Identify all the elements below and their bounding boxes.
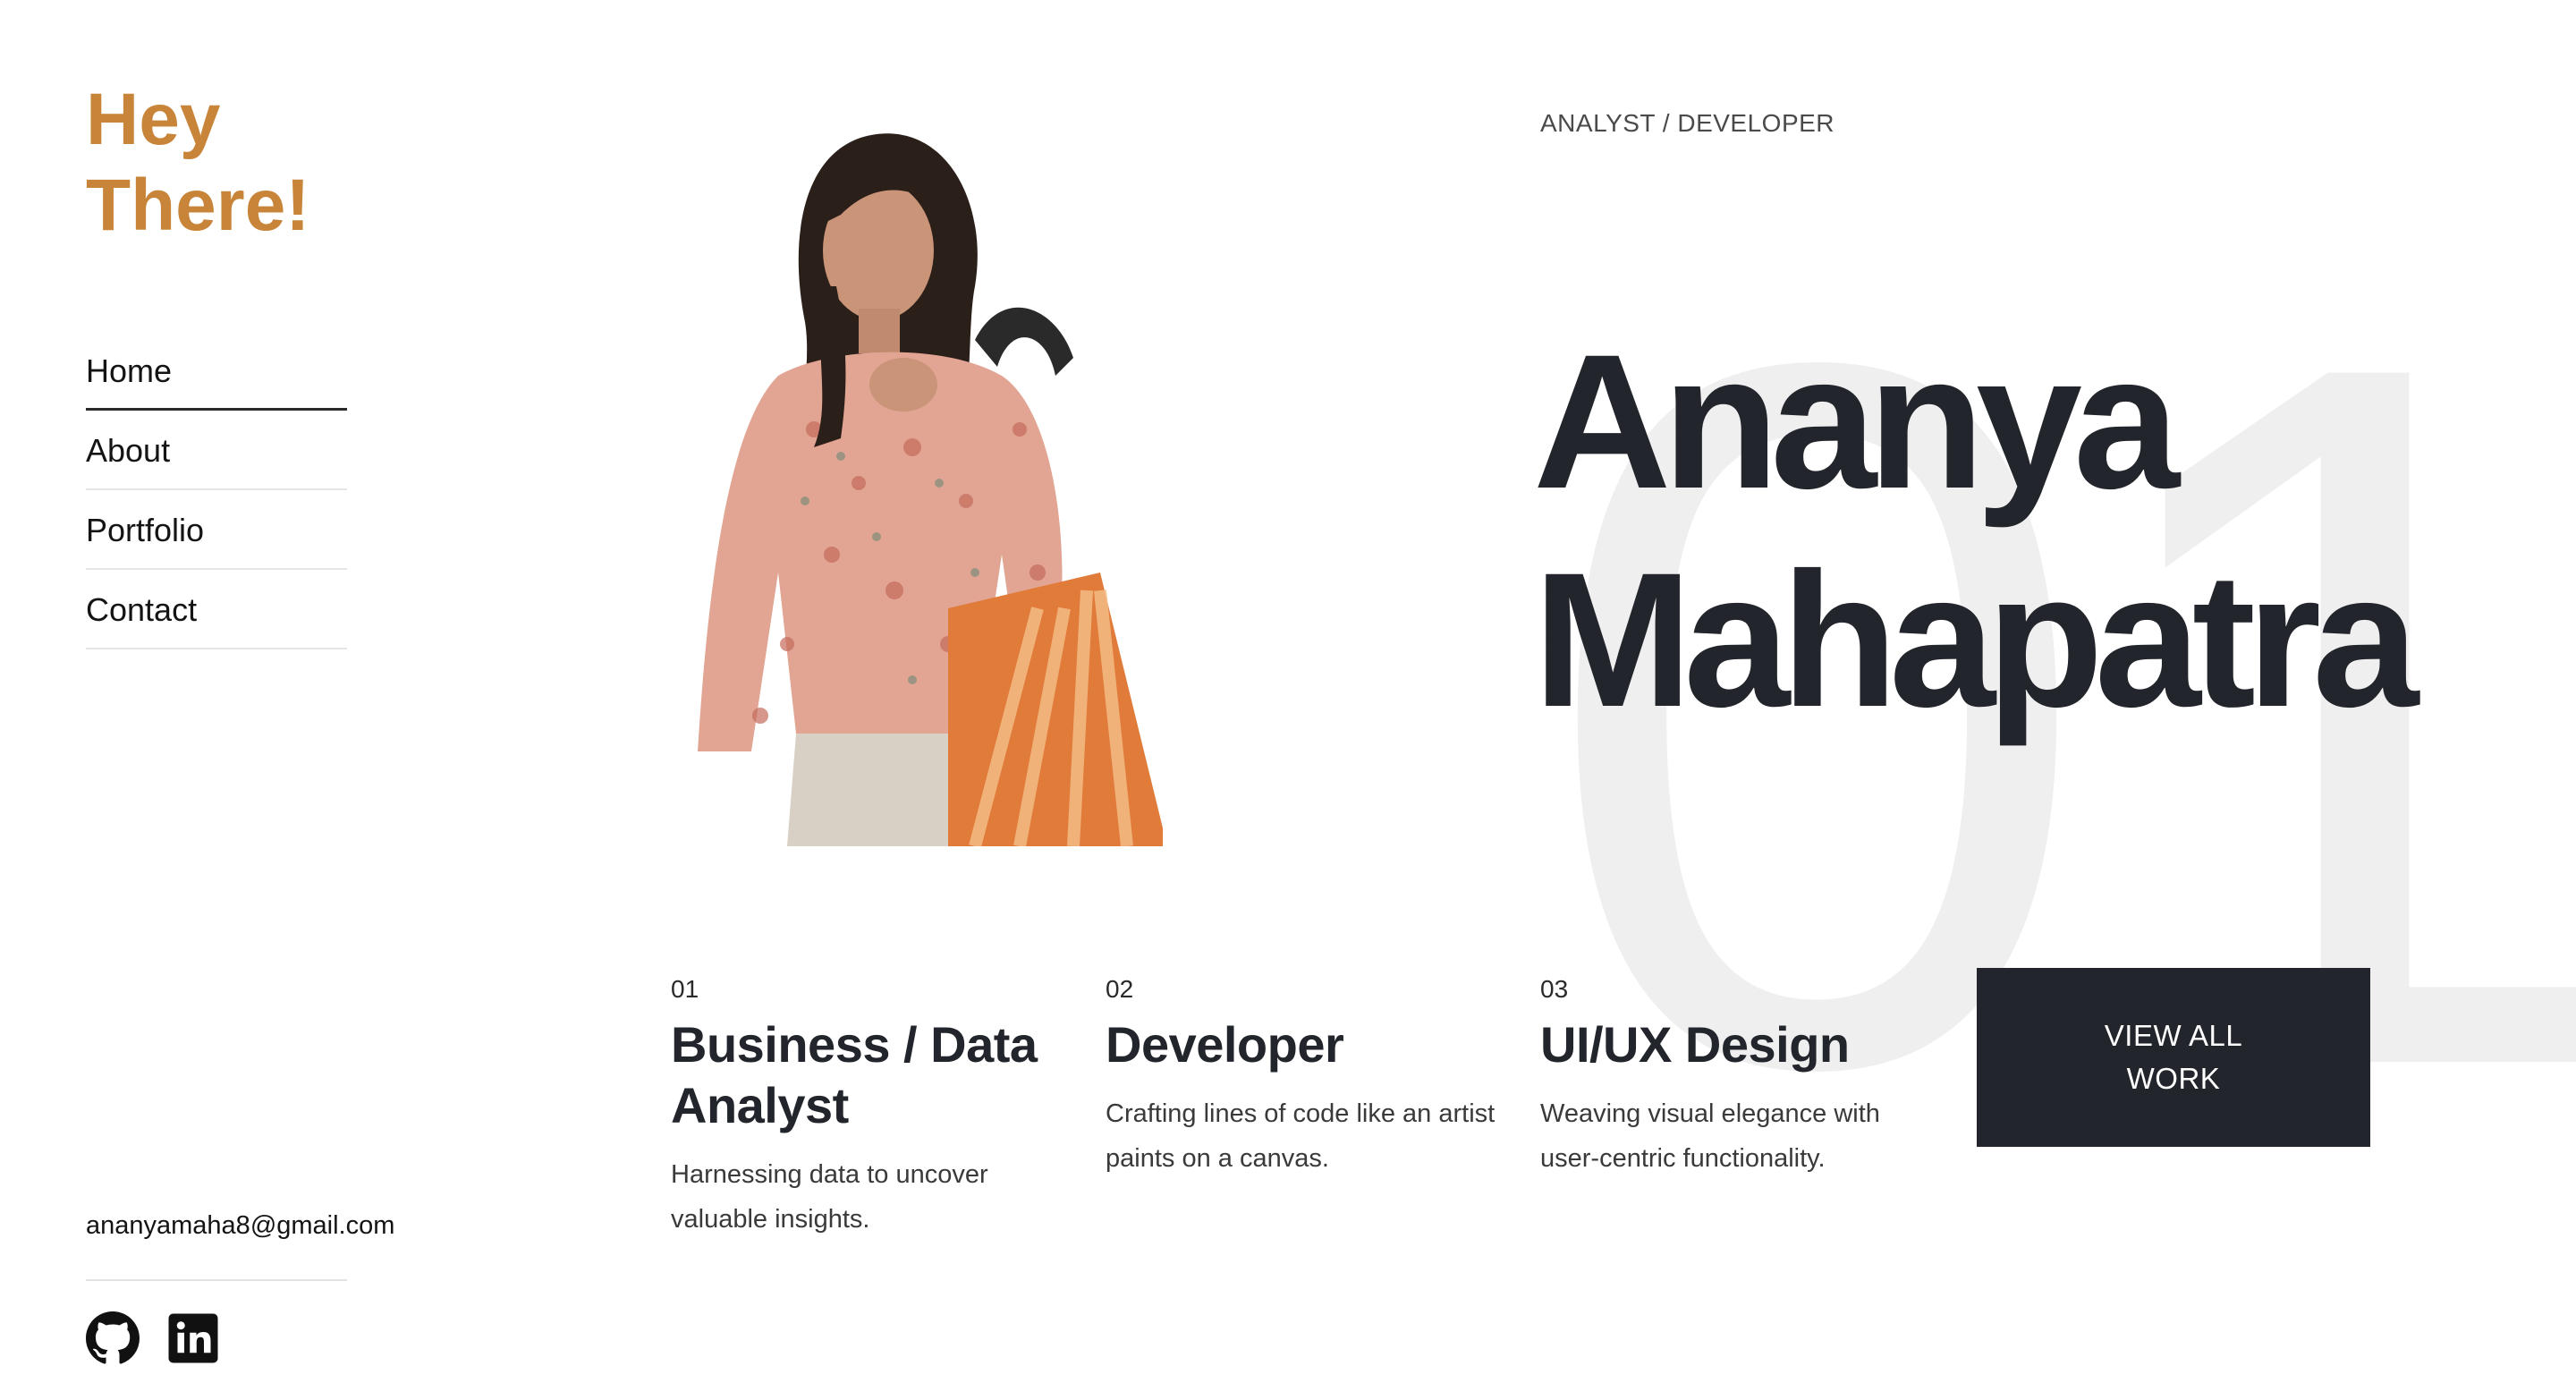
- email-link[interactable]: ananyamaha8@gmail.com: [86, 1211, 394, 1241]
- service-number: 01: [671, 975, 699, 1003]
- role-label: ANALYST / DEVELOPER: [1540, 109, 1835, 137]
- service-uiux-design: 03 UI/UX Design Weaving visual elegance …: [1540, 973, 1934, 1181]
- nav-item-home[interactable]: Home: [86, 331, 347, 411]
- service-title: Business / Data Analyst: [671, 1016, 1038, 1133]
- view-all-work-button[interactable]: VIEW ALL WORK: [1977, 968, 2370, 1147]
- service-developer: 02 Developer Crafting lines of code like…: [1106, 973, 1499, 1181]
- last-name: Mahapatra: [1533, 533, 2419, 747]
- email-divider: [86, 1279, 347, 1281]
- github-icon[interactable]: [86, 1311, 140, 1365]
- service-title: UI/UX Design: [1540, 1016, 1850, 1073]
- page: Hey There! Home About Portfolio Contact …: [0, 0, 2576, 1383]
- hero-name: Ananya Mahapatra: [1533, 313, 2419, 750]
- service-title: Developer: [1106, 1016, 1344, 1073]
- nav-item-contact[interactable]: Contact: [86, 570, 347, 649]
- service-number: 02: [1106, 975, 1134, 1003]
- linkedin-icon[interactable]: [166, 1311, 220, 1365]
- main-nav: Home About Portfolio Contact: [86, 331, 347, 649]
- profile-photo: [680, 107, 1163, 846]
- social-links: [86, 1311, 220, 1365]
- nav-item-portfolio[interactable]: Portfolio: [86, 490, 347, 570]
- service-description: Harnessing data to uncover valuable insi…: [671, 1160, 988, 1234]
- greeting-heading: Hey There!: [86, 77, 310, 249]
- service-number: 03: [1540, 975, 1569, 1003]
- greeting-line-1: Hey: [86, 79, 221, 160]
- nav-item-about[interactable]: About: [86, 411, 347, 490]
- service-description: Crafting lines of code like an artist pa…: [1106, 1099, 1496, 1173]
- greeting-line-2: There!: [86, 165, 310, 246]
- service-business-analyst: 01 Business / Data Analyst Harnessing da…: [671, 973, 1064, 1242]
- service-description: Weaving visual elegance with user-centri…: [1540, 1099, 1880, 1173]
- first-name: Ananya: [1533, 315, 2180, 529]
